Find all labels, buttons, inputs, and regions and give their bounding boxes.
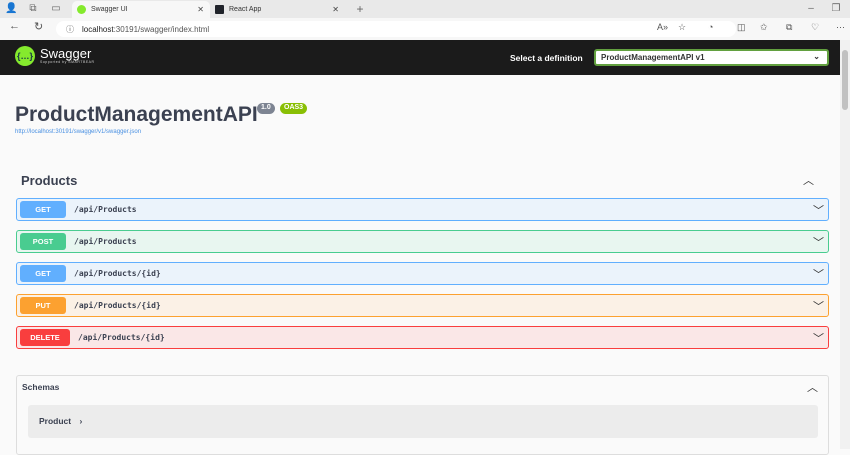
close-tab-icon[interactable]: ✕ [332,5,339,14]
operation-path: /api/Products/{id} [74,301,161,310]
operation-post[interactable]: POST/api/Products ﹀ [16,230,829,253]
operation-path: /api/Products [74,205,137,214]
model-name: Product [39,416,72,426]
favorites-icon[interactable]: ✩ [760,22,768,33]
url-input[interactable]: ⓘ localhost:30191/swagger/index.html [56,21,736,37]
method-badge: PUT [20,297,66,314]
method-badge: POST [20,233,66,250]
new-tab-icon[interactable]: + [354,3,366,15]
minimize-icon[interactable]: – [805,3,817,15]
tab-actions-icon[interactable]: ▭ [50,3,62,15]
method-badge: GET [20,265,66,282]
chevron-down-icon[interactable]: ﹀ [813,202,824,218]
schemas-title[interactable]: Schemas [22,382,59,392]
spec-link[interactable]: http://localhost:30191/swagger/v1/swagge… [15,129,141,135]
section-title-products[interactable]: Products [21,173,77,188]
address-bar-row: ← ↻ ⓘ localhost:30191/swagger/index.html… [0,18,850,40]
operation-put[interactable]: PUT/api/Products/{id} ﹀ [16,294,829,317]
close-tab-icon[interactable]: ✕ [197,5,204,14]
restore-icon[interactable]: ❐ [830,3,842,15]
schema-model-product[interactable]: Product › [28,405,818,438]
scrollbar[interactable] [840,40,850,449]
operation-path: /api/Products [74,237,137,246]
chevron-up-icon[interactable]: ︿ [807,379,818,395]
info-icon: ⓘ [66,24,74,34]
definition-value: ProductManagementAPI v1 [601,53,705,62]
tab-label: Swagger UI [91,6,128,13]
operation-delete[interactable]: DELETE/api/Products/{id} ﹀ [16,326,829,349]
tab-label: React App [229,6,262,13]
operation-get[interactable]: GET/api/Products ﹀ [16,198,829,221]
tab-swagger-ui[interactable]: Swagger UI ✕ [72,1,210,18]
definition-select[interactable]: ProductManagementAPI v1 ⌄ [594,49,829,66]
profile-icon[interactable]: 👤 [5,3,17,15]
browser-tab-bar: 👤 ⧉ ▭ Swagger UI ✕ React App ✕ + – ❐ [0,0,850,18]
brand-name: Swagger [40,46,92,61]
swagger-topbar: {…} Swagger Supported by SMARTBEAR Select… [0,40,840,75]
scrollbar-thumb[interactable] [842,50,848,110]
swagger-favicon-icon [77,5,86,14]
url-path: :30191/swagger/index.html [113,24,210,34]
chevron-down-icon[interactable]: ﹀ [813,234,824,250]
api-title: ProductManagementAPI [15,103,258,126]
definition-label: Select a definition [510,53,583,63]
workspaces-icon[interactable]: ⧉ [27,3,39,15]
chevron-down-icon[interactable]: ﹀ [813,330,824,346]
more-menu-icon[interactable]: ⋯ [836,22,845,33]
collections-icon[interactable]: ⧉ [786,22,792,33]
url-host: localhost [82,24,114,34]
browser-essentials-icon[interactable]: ♡ [811,22,819,33]
read-aloud-icon[interactable]: A» [657,22,668,32]
swagger-brand[interactable]: Swagger Supported by SMARTBEAR [40,46,95,64]
tab-react-app[interactable]: React App ✕ [210,1,345,18]
chevron-down-icon: ⌄ [813,52,820,61]
version-badge: 1.0 [257,103,275,114]
method-badge: GET [20,201,66,218]
schemas-section: Schemas ︿ Product › [16,375,829,455]
refresh-icon[interactable]: ↻ [34,20,43,33]
back-icon[interactable]: ← [9,20,20,32]
chevron-right-icon: › [79,416,83,426]
swagger-logo-icon: {…} [15,46,35,66]
operation-path: /api/Products/{id} [78,333,165,342]
brand-sub: Supported by SMARTBEAR [40,60,95,64]
method-badge: DELETE [20,329,70,346]
favorite-star-icon[interactable]: ☆ [678,22,686,33]
react-favicon-icon [215,5,224,14]
oas-badge: OAS3 [280,103,308,114]
chevron-down-icon[interactable]: ﹀ [813,298,824,314]
extension-icon[interactable]: ◔ [708,22,713,32]
operation-path: /api/Products/{id} [74,269,161,278]
operation-get[interactable]: GET/api/Products/{id} ﹀ [16,262,829,285]
chevron-up-icon[interactable]: ︿ [803,172,814,188]
split-screen-icon[interactable]: ◫ [737,22,746,33]
chevron-down-icon[interactable]: ﹀ [813,266,824,282]
